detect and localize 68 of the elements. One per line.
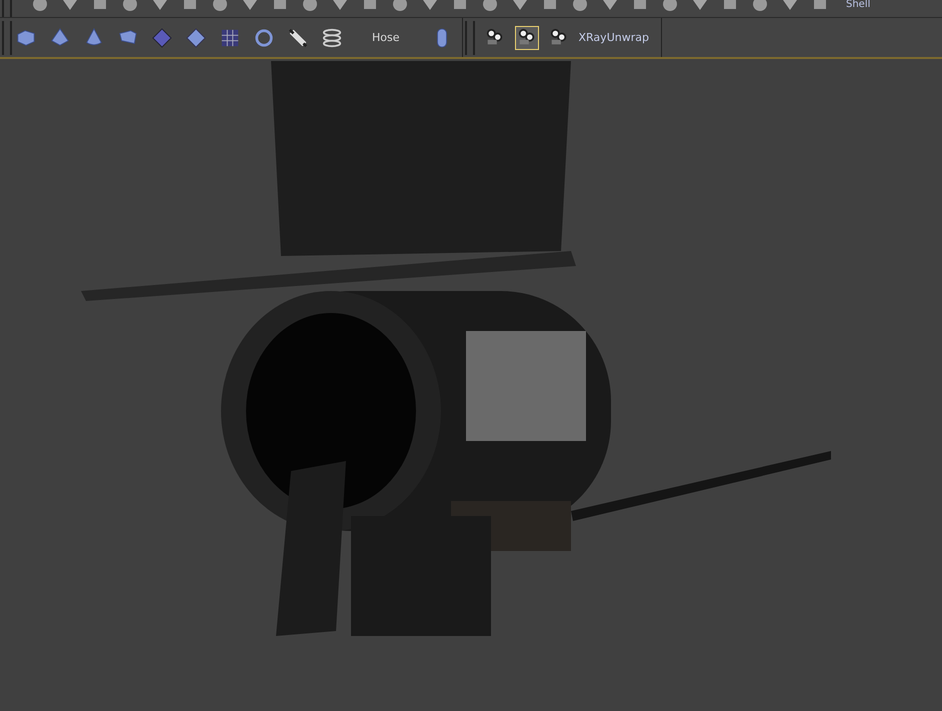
shape-icon <box>332 0 348 12</box>
shape-icon-button[interactable] <box>662 0 678 12</box>
shape-icon-button[interactable] <box>392 0 408 12</box>
shape-icon-button[interactable] <box>542 0 558 12</box>
shape-icon-button[interactable] <box>452 0 468 12</box>
shape-icon <box>602 0 618 12</box>
shape-icon-button[interactable] <box>332 0 348 12</box>
shape-icon <box>542 0 558 12</box>
shape-icon-button[interactable] <box>32 0 48 12</box>
shape-icon <box>392 0 408 12</box>
shape-icon-button[interactable] <box>182 0 198 12</box>
shape-icon-button[interactable] <box>692 0 708 12</box>
shape-icon <box>812 0 828 12</box>
cylinder-icon <box>288 26 308 48</box>
hose-button[interactable]: Hose <box>354 31 420 44</box>
shape-icon-button[interactable] <box>242 0 258 12</box>
shape-icon <box>62 0 78 12</box>
shape-icon <box>482 0 498 12</box>
shape-icon <box>272 0 288 12</box>
shape-icon-button[interactable] <box>572 0 588 12</box>
shape-icon-button[interactable] <box>602 0 618 12</box>
shape-icon <box>722 0 738 12</box>
shape-icon-button[interactable] <box>272 0 288 12</box>
shape-icon-button[interactable] <box>122 0 138 12</box>
shape-icon <box>242 0 258 12</box>
shape-icon <box>662 0 678 12</box>
shape-icon <box>32 0 48 12</box>
toolbar-grip[interactable] <box>2 20 12 54</box>
camera-button[interactable] <box>514 26 538 50</box>
shape-icon <box>92 0 108 12</box>
shape-icon <box>632 0 648 12</box>
shape-icon <box>692 0 708 12</box>
ring-icon <box>254 26 274 48</box>
shape-icon <box>122 0 138 12</box>
cone-icon <box>84 26 104 48</box>
shape-icon-button[interactable] <box>512 0 528 12</box>
shape-icon-button[interactable] <box>482 0 498 12</box>
grid-plane-button[interactable] <box>150 26 174 50</box>
shape-icon-button[interactable] <box>752 0 768 12</box>
shape-icon <box>572 0 588 12</box>
shape-icon <box>782 0 798 12</box>
toolbar-label: XRayUnwrap <box>578 31 649 44</box>
shape-icon-button[interactable] <box>62 0 78 12</box>
shape-icon-button[interactable] <box>722 0 738 12</box>
shape-icon <box>752 0 768 12</box>
tile-plane-icon <box>186 26 206 48</box>
shape-icon <box>512 0 528 12</box>
shape-icon <box>302 0 318 12</box>
spring-icon <box>322 26 342 48</box>
shape-icon <box>362 0 378 12</box>
grid-plane-icon <box>152 26 172 48</box>
shape-icon-button[interactable] <box>362 0 378 12</box>
shape-icon <box>152 0 168 12</box>
tile-plane-button[interactable] <box>184 26 208 50</box>
toolbar-grip[interactable] <box>464 20 474 54</box>
shape-icon-button[interactable] <box>422 0 438 12</box>
shape-icon <box>182 0 198 12</box>
pyramid-icon <box>50 26 70 48</box>
shape-icon-button[interactable] <box>812 0 828 12</box>
shape-icon <box>212 0 228 12</box>
shape-icon <box>452 0 468 12</box>
shape-icon-button[interactable] <box>632 0 648 12</box>
shape-icon-button[interactable] <box>152 0 168 12</box>
shape-icon-button[interactable] <box>92 0 108 12</box>
shape-icon-button[interactable] <box>782 0 798 12</box>
shape-icon <box>422 0 438 12</box>
shape-icon-button[interactable] <box>302 0 318 12</box>
shape-icon-button[interactable] <box>212 0 228 12</box>
